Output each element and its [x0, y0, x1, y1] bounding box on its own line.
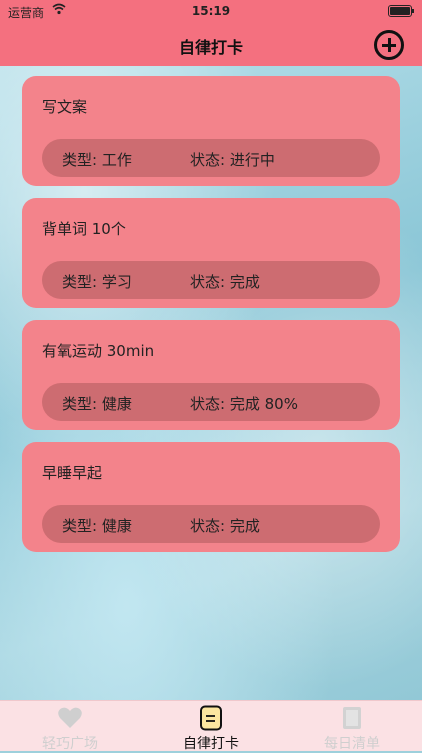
task-info-pill: 类型: 健康 状态: 完成	[42, 505, 380, 543]
task-title: 背单词 10个	[42, 220, 126, 238]
status-value: 完成	[229, 517, 260, 535]
task-title: 有氧运动 30min	[42, 342, 155, 360]
task-status: 状态: 完成	[190, 271, 260, 292]
tab-bar: 轻巧广场 自律打卡 每日清单	[0, 700, 422, 752]
type-value: 工作	[101, 151, 132, 169]
task-card[interactable]: 背单词 10个 类型: 学习 状态: 完成	[22, 198, 400, 308]
status-bar: 运营商 15:19	[0, 0, 422, 22]
status-value: 进行中	[229, 151, 275, 169]
status-value: 完成	[229, 273, 260, 291]
task-type: 类型: 健康	[62, 515, 132, 536]
type-value: 健康	[101, 517, 132, 535]
task-type: 类型: 工作	[62, 149, 132, 170]
status-label: 状态:	[190, 517, 226, 535]
tab-daily-list[interactable]: 每日清单	[282, 701, 422, 752]
task-title: 写文案	[42, 98, 88, 116]
type-label: 类型:	[62, 273, 98, 291]
task-type: 类型: 健康	[62, 393, 132, 414]
checkin-list[interactable]: 写文案 类型: 工作 状态: 进行中 背单词 10个 类型: 学习 状态: 完成…	[0, 66, 422, 700]
status-time: 15:19	[191, 4, 231, 18]
status-label: 状态:	[190, 395, 226, 413]
status-label: 状态:	[190, 151, 226, 169]
task-status: 状态: 进行中	[190, 149, 275, 170]
heart-icon	[58, 707, 82, 728]
task-status: 状态: 完成 80%	[190, 393, 298, 414]
task-type: 类型: 学习	[62, 271, 132, 292]
task-card[interactable]: 写文案 类型: 工作 状态: 进行中	[22, 76, 400, 186]
type-label: 类型:	[62, 151, 98, 169]
type-label: 类型:	[62, 517, 98, 535]
type-value: 学习	[101, 273, 132, 291]
task-info-pill: 类型: 健康 状态: 完成 80%	[42, 383, 380, 421]
task-info-pill: 类型: 工作 状态: 进行中	[42, 139, 380, 177]
page-title: 自律打卡	[178, 38, 243, 57]
add-button[interactable]	[374, 30, 404, 60]
status-label: 状态:	[190, 273, 226, 291]
task-card[interactable]: 早睡早起 类型: 健康 状态: 完成	[22, 442, 400, 552]
tab-checkin[interactable]: 自律打卡	[141, 701, 281, 752]
checklist-icon	[200, 705, 222, 731]
tab-label: 轻巧广场	[42, 736, 98, 752]
tab-label: 每日清单	[324, 736, 380, 752]
task-info-pill: 类型: 学习 状态: 完成	[42, 261, 380, 299]
nav-bar: 自律打卡	[0, 22, 422, 66]
type-value: 健康	[101, 395, 132, 413]
battery-icon	[388, 5, 414, 17]
task-card[interactable]: 有氧运动 30min 类型: 健康 状态: 完成 80%	[22, 320, 400, 430]
tab-square[interactable]: 轻巧广场	[0, 701, 140, 752]
tab-label: 自律打卡	[183, 736, 239, 752]
type-label: 类型:	[62, 395, 98, 413]
task-status: 状态: 完成	[190, 515, 260, 536]
task-title: 早睡早起	[42, 464, 103, 482]
document-icon	[343, 707, 361, 729]
status-value: 完成 80%	[229, 395, 298, 413]
